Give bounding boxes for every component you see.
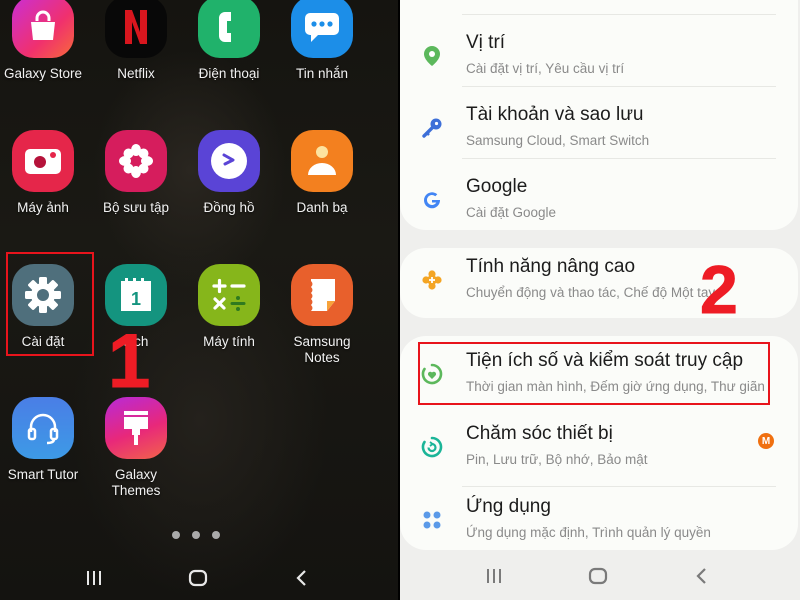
netflix-n-icon [105,0,167,58]
app-label: Bộ sưu tập [102,200,170,215]
divider [462,86,776,87]
item-subtitle: Cài đặt Google [466,205,557,220]
app-camera[interactable]: Máy ảnh [0,130,88,216]
page-dot [192,531,200,539]
item-subtitle: Chuyển động và thao tác, Chế độ Một tay [466,285,716,300]
app-label: Máy tính [203,334,255,349]
wellbeing-highlight-box [418,342,770,405]
home-icon [188,569,208,587]
recents-icon [87,571,101,585]
item-subtitle: Ứng dụng mặc định, Trình quản lý quyền [466,525,711,540]
app-label: Đồng hồ [203,200,255,215]
settings-group-connections: Vị trí Cài đặt vị trí, Yêu cầu vị trí Tà… [400,0,798,230]
home-icon [588,567,608,585]
app-calculator[interactable]: Máy tính [184,264,274,350]
item-title: Tài khoản và sao lưu [466,104,644,125]
page-dot [212,531,220,539]
phone-icon [198,0,260,58]
item-title: Chăm sóc thiết bị [466,423,613,444]
app-galaxy-themes[interactable]: Galaxy Themes [91,397,181,499]
update-badge: M [758,433,774,449]
back-button[interactable] [682,561,722,591]
item-title: Ứng dụng [466,496,551,517]
app-messages[interactable]: Tin nhắn [277,0,367,82]
contact-icon [291,130,353,192]
clock-icon [198,130,260,192]
advanced-features-icon [418,266,446,294]
app-label: Danh bạ [296,200,348,215]
app-label: Điện thoại [198,66,260,81]
item-subtitle: Cài đặt vị trí, Yêu cầu vị trí [466,61,625,76]
app-label: Galaxy Themes [111,467,161,498]
home-screen: Galaxy Store Netflix Điện thoại Tin nhắn… [0,0,398,600]
app-label: Netflix [117,66,155,81]
step-number-1: 1 [107,319,151,404]
app-gallery[interactable]: Bộ sưu tập [91,130,181,216]
item-title: Tính năng nâng cao [466,256,636,277]
notes-icon [291,264,353,326]
app-label: Máy ảnh [17,200,69,215]
google-g-icon [418,186,446,214]
paintbrush-icon [105,397,167,459]
recents-icon [487,569,501,583]
calendar-day: 1 [131,289,141,309]
settings-item-device-care[interactable]: Chăm sóc thiết bị Pin, Lưu trữ, Bộ nhớ, … [400,413,798,485]
device-care-icon [418,433,446,461]
chat-bubble-icon [291,0,353,58]
back-button[interactable] [282,563,322,593]
back-icon [696,568,706,584]
home-button[interactable] [578,561,618,591]
item-subtitle: Pin, Lưu trữ, Bộ nhớ, Bảo mật [466,452,648,467]
app-label: Smart Tutor [7,467,79,482]
apps-grid-icon [418,506,446,534]
shopping-bag-icon [12,0,74,58]
app-clock[interactable]: Đồng hồ [184,130,274,216]
item-subtitle: Samsung Cloud, Smart Switch [466,133,650,148]
app-label: Galaxy Store [3,66,83,81]
page-indicator[interactable] [172,531,220,539]
divider [462,158,776,159]
app-samsung-notes[interactable]: Samsung Notes [277,264,367,366]
divider [462,14,776,15]
camera-icon [12,130,74,192]
item-title: Google [466,176,528,197]
settings-highlight-box [6,252,94,356]
app-smart-tutor[interactable]: Smart Tutor [0,397,88,483]
flower-icon [105,130,167,192]
calculator-icon [198,264,260,326]
back-icon [296,570,306,586]
app-label: Tin nhắn [295,66,349,81]
settings-item-location[interactable]: Vị trí Cài đặt vị trí, Yêu cầu vị trí [400,22,798,94]
app-label: Samsung Notes [293,334,351,365]
app-galaxy-store[interactable]: Galaxy Store [0,0,88,82]
home-button[interactable] [178,563,218,593]
app-contacts[interactable]: Danh bạ [277,130,367,216]
key-icon [418,114,446,142]
app-netflix[interactable]: Netflix [91,0,181,82]
step-number-2: 2 [700,252,739,329]
recents-button[interactable] [474,561,514,591]
app-phone[interactable]: Điện thoại [184,0,274,82]
item-title: Vị trí [466,32,506,53]
settings-group-advanced: Tính năng nâng cao Chuyển động và thao t… [400,248,798,318]
settings-item-apps[interactable]: Ứng dụng Ứng dụng mặc định, Trình quản l… [400,486,798,558]
settings-item-accounts-backup[interactable]: Tài khoản và sao lưu Samsung Cloud, Smar… [400,94,798,166]
location-pin-icon [418,42,446,70]
headset-icon [12,397,74,459]
settings-item-advanced-features[interactable]: Tính năng nâng cao Chuyển động và thao t… [400,246,798,318]
settings-item-google[interactable]: Google Cài đặt Google [400,166,798,238]
page-dot [172,531,180,539]
calendar-icon: 1 [105,264,167,326]
settings-screen: Vị trí Cài đặt vị trí, Yêu cầu vị trí Tà… [400,0,800,600]
recents-button[interactable] [74,563,114,593]
